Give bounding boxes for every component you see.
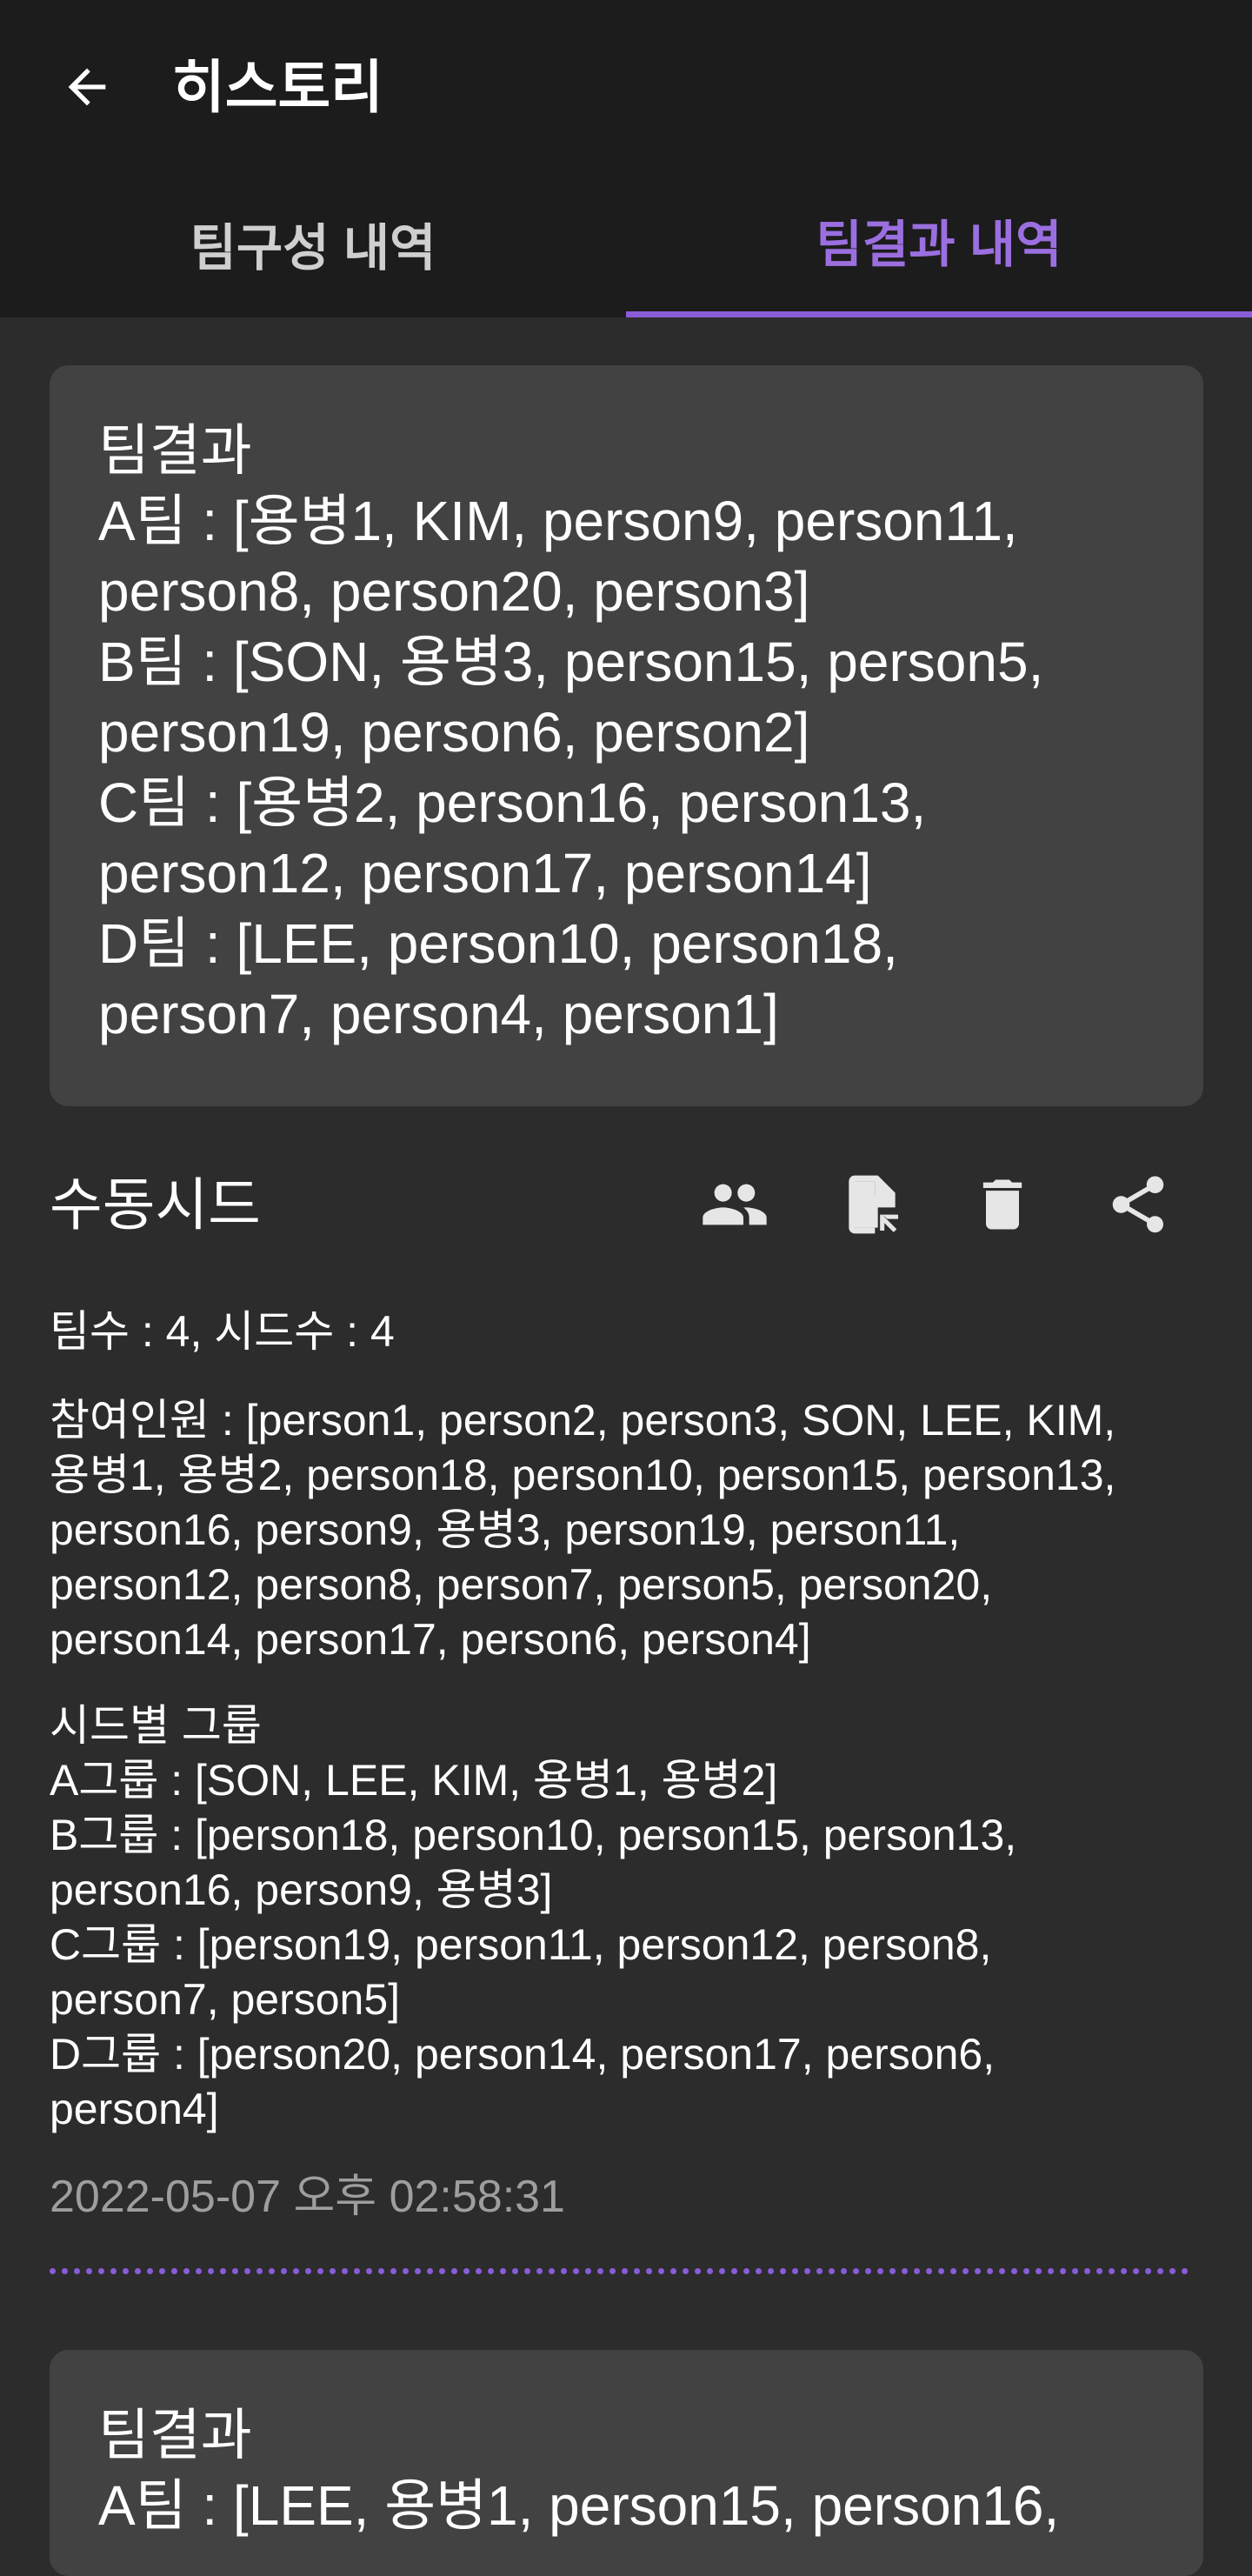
share-button[interactable]	[1099, 1165, 1177, 1244]
tab-team-results[interactable]: 팀결과 내역	[626, 174, 1252, 317]
back-button[interactable]	[49, 49, 125, 125]
group-icon	[703, 1184, 767, 1225]
history-divider	[50, 2268, 1189, 2274]
delete-icon	[982, 1179, 1022, 1230]
team-result-card-2[interactable]: 팀결과 A팀 : [LEE, 용병1, person15, person16,	[50, 2350, 1203, 2576]
participants-list: 참여인원 : [person1, person2, person3, SON, …	[50, 1396, 1116, 1664]
load-file-button[interactable]	[833, 1165, 911, 1244]
team-members-button[interactable]	[696, 1165, 774, 1244]
history-timestamp: 2022-05-07 오후 02:58:31	[50, 2172, 565, 2222]
arrow-back-icon	[68, 68, 106, 106]
seed-groups: 시드별 그룹 A그룹 : [SON, LEE, KIM, 용병1, 용병2] B…	[50, 1701, 1017, 2133]
app-bar: 히스토리	[0, 0, 1252, 174]
team-seed-count: 팀수 : 4, 시드수 : 4	[50, 1307, 395, 1356]
tab-bar: 팀구성 내역 팀결과 내역	[0, 174, 1252, 317]
delete-button[interactable]	[963, 1165, 1042, 1244]
team-result-text-2: 팀결과 A팀 : [LEE, 용병1, person15, person16,	[98, 2404, 1060, 2537]
team-result-card[interactable]: 팀결과 A팀 : [용병1, KIM, person9, person11, p…	[50, 365, 1203, 1106]
team-result-text: 팀결과 A팀 : [용병1, KIM, person9, person11, p…	[98, 419, 1044, 1045]
tab-team-composition[interactable]: 팀구성 내역	[0, 174, 626, 317]
share-icon	[1112, 1176, 1164, 1233]
page-title: 히스토리	[172, 55, 383, 119]
file-open-icon	[849, 1175, 898, 1234]
history-actions	[0, 1165, 1252, 1244]
